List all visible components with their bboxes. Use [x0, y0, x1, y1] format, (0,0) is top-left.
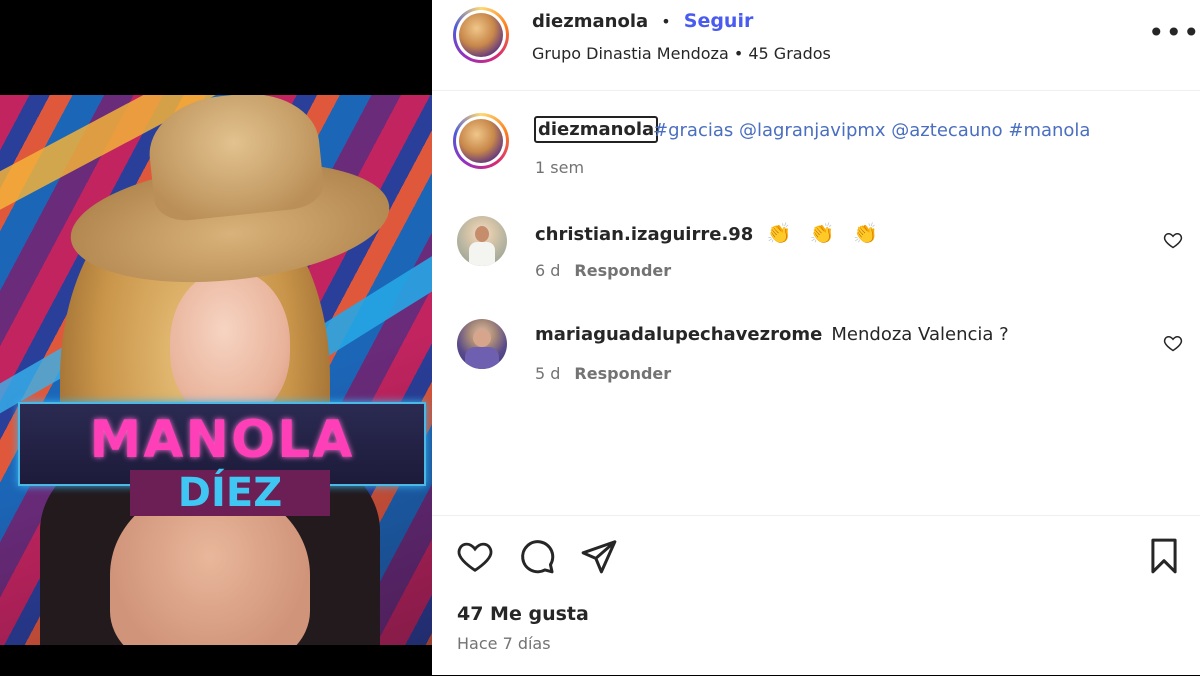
overlay-subtitle: DÍEZ	[177, 470, 283, 516]
caption-text[interactable]: #gracias @lagranjavipmx @aztecauno #mano…	[653, 120, 1090, 141]
comment-like-heart-icon[interactable]	[1163, 230, 1183, 250]
caption-username[interactable]: diezmanola	[534, 116, 659, 143]
comment-time: 6 d	[535, 261, 561, 280]
post-timestamp: Hace 7 días	[457, 634, 551, 653]
header-title-row: diezmanola • Seguir	[532, 10, 753, 32]
bookmark-icon[interactable]	[1145, 537, 1183, 575]
comment-icon[interactable]	[518, 537, 556, 575]
header-audio-location[interactable]: Grupo Dinastia Mendoza • 45 Grados	[532, 44, 831, 63]
heart-icon[interactable]	[456, 537, 494, 575]
comment-like-heart-icon[interactable]	[1163, 333, 1183, 353]
separator-dot: •	[661, 12, 671, 31]
comment-meta: 5 d Responder	[535, 364, 671, 383]
author-avatar[interactable]	[453, 7, 509, 63]
post-header: diezmanola • Seguir Grupo Dinastia Mendo…	[432, 0, 1200, 91]
comment-text: Mendoza Valencia ?	[831, 324, 1009, 345]
post-photo	[0, 95, 432, 645]
header-username[interactable]: diezmanola	[532, 11, 648, 32]
comment-time: 5 d	[535, 364, 561, 383]
post-media[interactable]: MANOLA DÍEZ	[0, 0, 432, 675]
comment-username[interactable]: mariaguadalupechavezrome	[535, 324, 822, 345]
likes-count[interactable]: 47 Me gusta	[457, 603, 589, 625]
photo-face	[170, 270, 290, 420]
more-horizontal-icon[interactable]: •••	[1148, 19, 1200, 47]
comment-username[interactable]: christian.izaguirre.98	[535, 224, 753, 245]
photo-hat-crown	[144, 95, 326, 224]
reply-button[interactable]: Responder	[574, 261, 671, 280]
follow-button[interactable]: Seguir	[684, 10, 754, 32]
overlay-title: MANOLA	[89, 410, 355, 470]
post-panel: diezmanola • Seguir Grupo Dinastia Mendo…	[432, 0, 1200, 675]
comment-text: 👏 👏 👏	[766, 221, 884, 245]
comment-meta: 6 d Responder	[535, 261, 671, 280]
reply-button[interactable]: Responder	[574, 364, 671, 383]
caption-time: 1 sem	[535, 158, 585, 177]
overlay-subtitle-box: DÍEZ	[130, 470, 330, 516]
comment-row: christian.izaguirre.98 👏 👏 👏	[535, 221, 884, 245]
caption-avatar[interactable]	[453, 113, 509, 169]
comment-avatar[interactable]	[457, 319, 507, 369]
share-icon[interactable]	[580, 537, 618, 575]
comment-row: mariaguadalupechavezrome Mendoza Valenci…	[535, 324, 1009, 345]
comment-avatar[interactable]	[457, 216, 507, 266]
